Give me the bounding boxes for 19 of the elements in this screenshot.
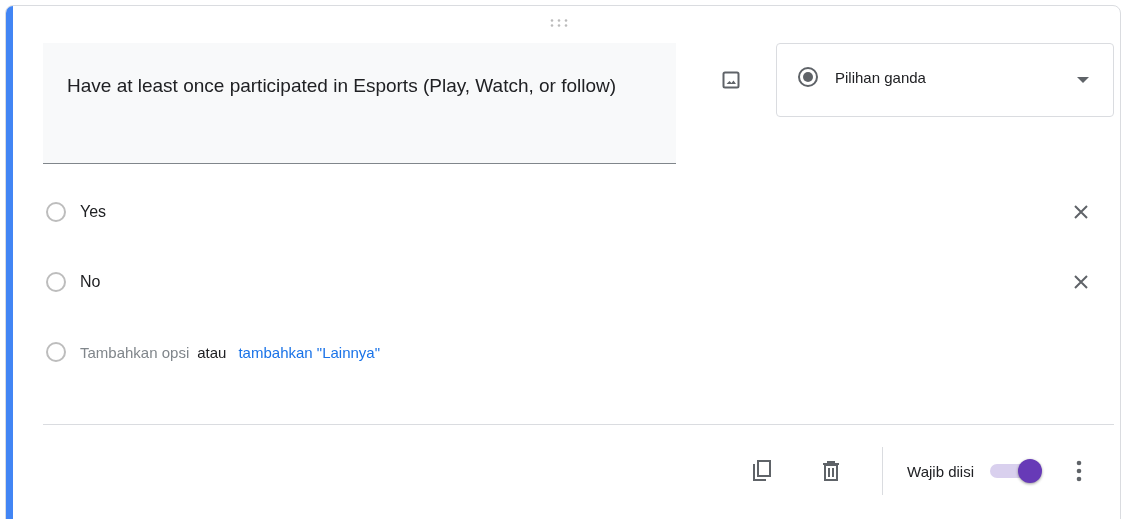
add-option-field[interactable]: Tambahkan opsi [80, 343, 190, 361]
required-label: Wajib diisi [907, 462, 974, 480]
close-icon[interactable] [1073, 204, 1089, 220]
delete-icon[interactable] [822, 461, 841, 481]
caret-icon [1077, 77, 1089, 83]
more-icon[interactable] [1076, 460, 1082, 482]
add-other-link[interactable]: tambahkan "Lainnya" [238, 343, 380, 361]
separator-text: atau [197, 343, 227, 361]
radio-icon [797, 66, 819, 88]
drag-handle-icon[interactable] [549, 19, 568, 27]
question-field[interactable]: Have at least once participated in Esports (Play, Watch, or follow) [43, 43, 676, 164]
copy-icon[interactable] [752, 460, 773, 482]
close-icon[interactable] [1073, 274, 1089, 290]
option-label[interactable]: Yes [80, 203, 1073, 221]
option-label[interactable]: No [80, 273, 1073, 291]
image-icon[interactable] [722, 71, 740, 89]
question-type-dropdown[interactable]: Pilihan ganda [776, 43, 1114, 117]
radio-button[interactable] [46, 202, 66, 222]
radio-button[interactable] [46, 272, 66, 292]
